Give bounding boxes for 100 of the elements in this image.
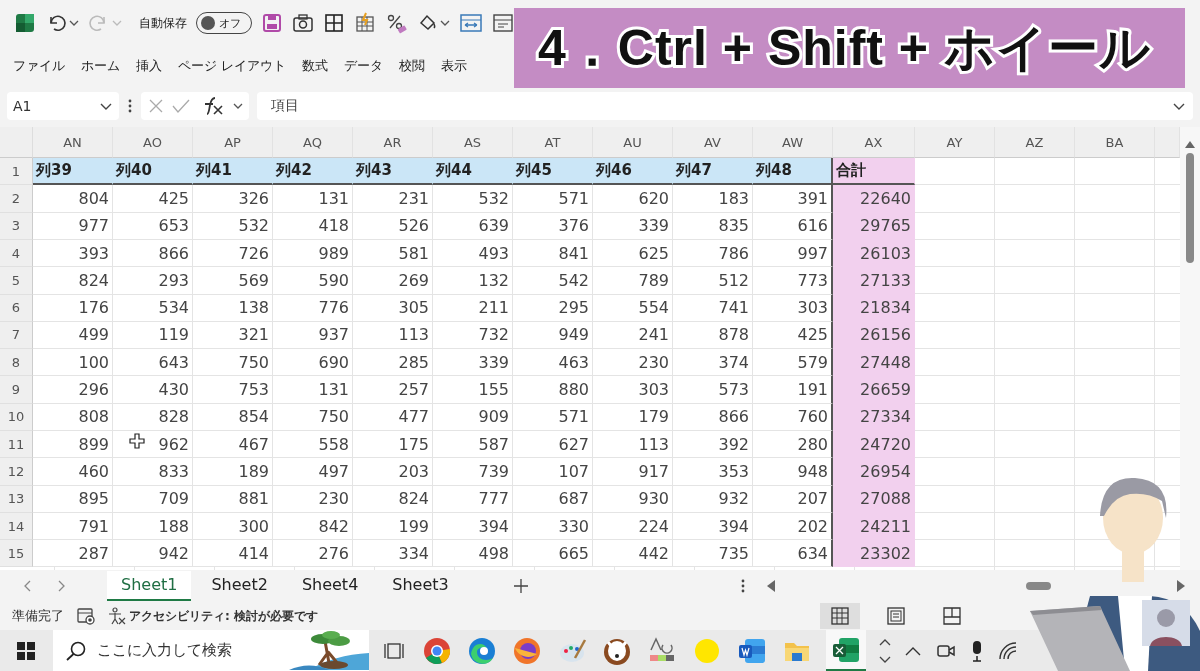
row-number[interactable]: 8	[0, 349, 33, 377]
previous-sheet-icon[interactable]	[22, 579, 32, 594]
row-number[interactable]: 13	[0, 485, 33, 513]
form-icon[interactable]	[492, 12, 514, 35]
ribbon-tab[interactable]: ページ レイアウト	[171, 53, 294, 80]
row-number[interactable]: 2	[0, 185, 33, 213]
page-break-icon	[942, 606, 962, 627]
cell-cursor-icon	[129, 433, 145, 450]
table-cell: 26156	[833, 321, 915, 350]
column-header[interactable]: AW	[753, 127, 833, 159]
column-header[interactable]: BA	[1075, 127, 1155, 159]
column-header[interactable]: AX	[833, 127, 915, 159]
column-header[interactable]: AS	[433, 127, 513, 159]
sheet-tab[interactable]: Sheet3	[378, 571, 463, 602]
table-cell: 773	[753, 267, 833, 295]
next-sheet-icon[interactable]	[57, 579, 67, 594]
table-header-cell: 列41	[193, 158, 273, 186]
ribbon-tab[interactable]: 数式	[295, 53, 336, 80]
browser-icon[interactable]	[512, 635, 542, 666]
table-cell: 23302	[833, 540, 915, 568]
scrollbar-thumb[interactable]	[1026, 582, 1051, 591]
table-header-cell: 合計	[833, 158, 915, 186]
row-number[interactable]: 6	[0, 294, 33, 322]
sheet-tab[interactable]: Sheet4	[287, 571, 373, 602]
table-cell: 27088	[833, 485, 915, 513]
column-header[interactable]: AO	[113, 127, 193, 159]
spreadsheet-app-icon[interactable]	[14, 12, 36, 35]
scroll-up-icon[interactable]	[1184, 139, 1196, 150]
table-cell: 590	[273, 267, 353, 295]
row-number[interactable]: 3	[0, 212, 33, 240]
scroll-right-icon[interactable]	[1176, 579, 1186, 594]
scrollbar-thumb[interactable]	[1186, 153, 1194, 264]
ribbon-tab[interactable]: ファイル	[6, 53, 72, 80]
save-icon[interactable]	[261, 12, 283, 35]
table-cell: 24211	[833, 512, 915, 541]
add-sheet-icon[interactable]	[512, 578, 529, 595]
formula-field[interactable]: 項目	[257, 92, 1193, 121]
table-cell: 132	[433, 267, 513, 295]
ribbon-tab[interactable]: データ	[337, 53, 391, 80]
table-header-cell: 列48	[753, 158, 833, 186]
row-number[interactable]: 1	[0, 158, 33, 186]
column-header[interactable]: AZ	[995, 127, 1075, 159]
column-header[interactable]: AR	[353, 127, 433, 159]
row-number[interactable]: 15	[0, 540, 33, 568]
column-header[interactable]: AU	[593, 127, 673, 159]
ribbon-tab[interactable]: 校閲	[392, 53, 433, 80]
row-number[interactable]: 5	[0, 267, 33, 295]
table-cell: 542	[513, 267, 593, 295]
ribbon-tab[interactable]: ホーム	[74, 53, 127, 80]
macro-record-icon[interactable]	[76, 607, 96, 626]
table-cell: 27334	[833, 403, 915, 431]
name-box[interactable]: A1	[7, 92, 119, 121]
camera-icon[interactable]	[292, 12, 314, 35]
table-header-cell: 列45	[513, 158, 593, 186]
taskbar-search-field[interactable]: ここに入力して検索	[53, 630, 369, 671]
row-number[interactable]: 12	[0, 458, 33, 486]
more-options-icon[interactable]	[127, 98, 133, 115]
column-header[interactable]: AY	[915, 127, 995, 159]
page-layout-icon	[886, 606, 906, 627]
sheet-tab[interactable]: Sheet1	[107, 571, 192, 602]
column-width-icon[interactable]	[459, 12, 483, 35]
column-header[interactable]: AP	[193, 127, 273, 159]
accessibility-status-button[interactable]: アクセシビリティ: 検討が必要です	[108, 607, 318, 626]
column-header[interactable]: AV	[673, 127, 753, 159]
more-options-icon[interactable]	[740, 578, 746, 595]
scroll-up-icon[interactable]	[879, 637, 891, 646]
view-button[interactable]	[820, 603, 860, 630]
row-number[interactable]: 7	[0, 321, 33, 350]
percent-icon[interactable]	[385, 12, 407, 35]
ribbon-tab[interactable]: 挿入	[129, 53, 169, 80]
row-number[interactable]: 4	[0, 239, 33, 268]
scroll-left-icon[interactable]	[766, 579, 776, 594]
spreadsheet-taskbar-button[interactable]	[826, 630, 866, 671]
sheet-tab[interactable]: Sheet2	[197, 571, 282, 602]
row-number[interactable]: 9	[0, 376, 33, 404]
table-format-icon[interactable]	[354, 12, 376, 35]
table-cell: 26954	[833, 458, 915, 486]
table-header-cell: 列43	[353, 158, 433, 186]
table-header-cell: 列46	[593, 158, 673, 186]
windows-start-icon[interactable]	[16, 640, 36, 661]
row-number[interactable]: 10	[0, 403, 33, 431]
microphone-icon[interactable]	[970, 639, 984, 662]
scroll-down-icon[interactable]	[879, 655, 891, 664]
table-header-cell: 列40	[113, 158, 193, 186]
wifi-icon[interactable]	[997, 640, 1019, 661]
task-view-icon[interactable]	[383, 640, 407, 661]
avatar-icon	[1142, 600, 1190, 646]
column-header[interactable]: AQ	[273, 127, 353, 159]
table-header-cell: 列39	[33, 158, 113, 186]
table-header-cell: 列44	[433, 158, 513, 186]
row-number[interactable]: 14	[0, 512, 33, 541]
table-cell: 293	[113, 267, 193, 295]
borders-icon[interactable]	[323, 12, 345, 35]
row-number[interactable]: 11	[0, 431, 33, 459]
caption-banner: 4．Ctrl + Shift + ホイール	[514, 8, 1185, 88]
browser-icon[interactable]	[467, 635, 497, 666]
browser-icon[interactable]	[422, 635, 452, 666]
column-header[interactable]: AT	[513, 127, 593, 159]
column-header[interactable]: AN	[33, 127, 113, 159]
ribbon-tab[interactable]: 表示	[434, 53, 475, 80]
